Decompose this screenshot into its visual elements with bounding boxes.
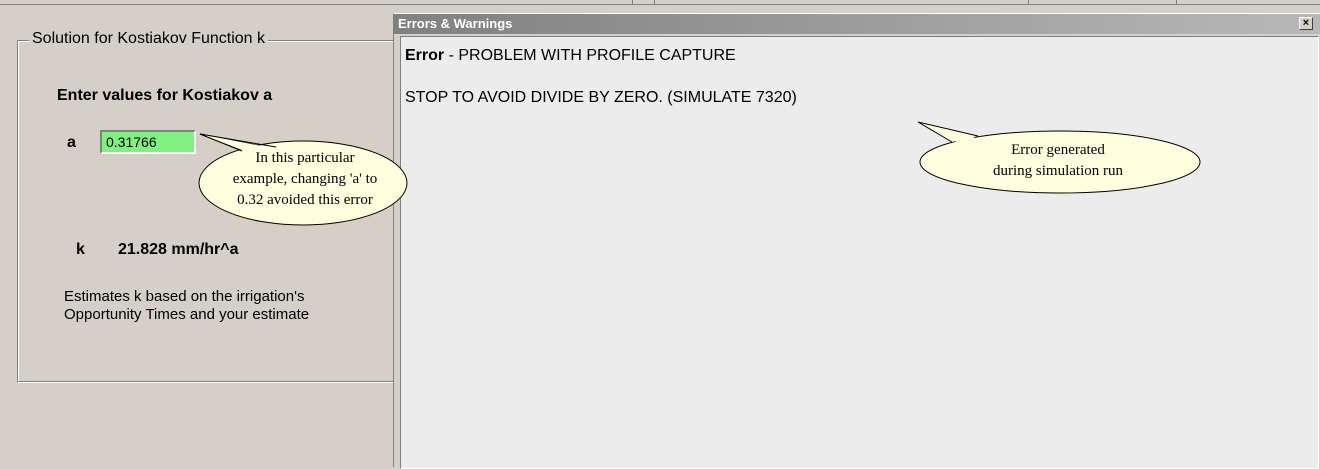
callout-left-line-2: example, changing 'a' to — [232, 171, 378, 187]
divider — [654, 0, 655, 4]
divider — [1176, 0, 1177, 4]
errors-warnings-window: Errors & Warnings × Error - PROBLEM WITH… — [393, 13, 1320, 469]
messages-pane: Error - PROBLEM WITH PROFILE CAPTURE STO… — [400, 36, 1319, 469]
error-detail: STOP TO AVOID DIVIDE BY ZERO. (SIMULATE … — [405, 89, 797, 106]
k-label: k — [76, 241, 85, 258]
description-text: Estimates k based on the irrigation's Op… — [64, 288, 398, 324]
callout-left-line-1: In this particular — [255, 150, 355, 166]
error-message: - PROBLEM WITH PROFILE CAPTURE — [444, 47, 736, 64]
description-line-2: Opportunity Times and your estimate — [64, 306, 310, 323]
error-line: Error - PROBLEM WITH PROFILE CAPTURE — [405, 47, 736, 65]
k-value: 21.828 mm/hr^a — [118, 241, 239, 258]
callout-right-line-1: Error generated — [1011, 142, 1105, 158]
window-title: Errors & Warnings — [394, 14, 1320, 34]
kostiakov-panel: Solution for Kostiakov Function k Enter … — [0, 5, 399, 466]
callout-left-line-3: 0.32 avoided this error — [237, 192, 373, 208]
callout-right-line-2: during simulation run — [993, 163, 1123, 179]
divider — [632, 0, 633, 4]
description-line-1: Estimates k based on the irrigation's — [64, 288, 305, 305]
error-prefix: Error — [405, 47, 445, 64]
callout-right-text: Error generated during simulation run — [930, 140, 1186, 182]
callout-left-text: In this particular example, changing 'a'… — [210, 148, 400, 211]
a-label: a — [67, 134, 76, 151]
divider — [1028, 0, 1029, 4]
groupbox-title: Solution for Kostiakov Function k — [29, 30, 269, 48]
enter-values-label: Enter values for Kostiakov a — [57, 87, 273, 104]
a-value-input[interactable] — [100, 130, 196, 154]
close-button[interactable]: × — [1299, 17, 1313, 30]
